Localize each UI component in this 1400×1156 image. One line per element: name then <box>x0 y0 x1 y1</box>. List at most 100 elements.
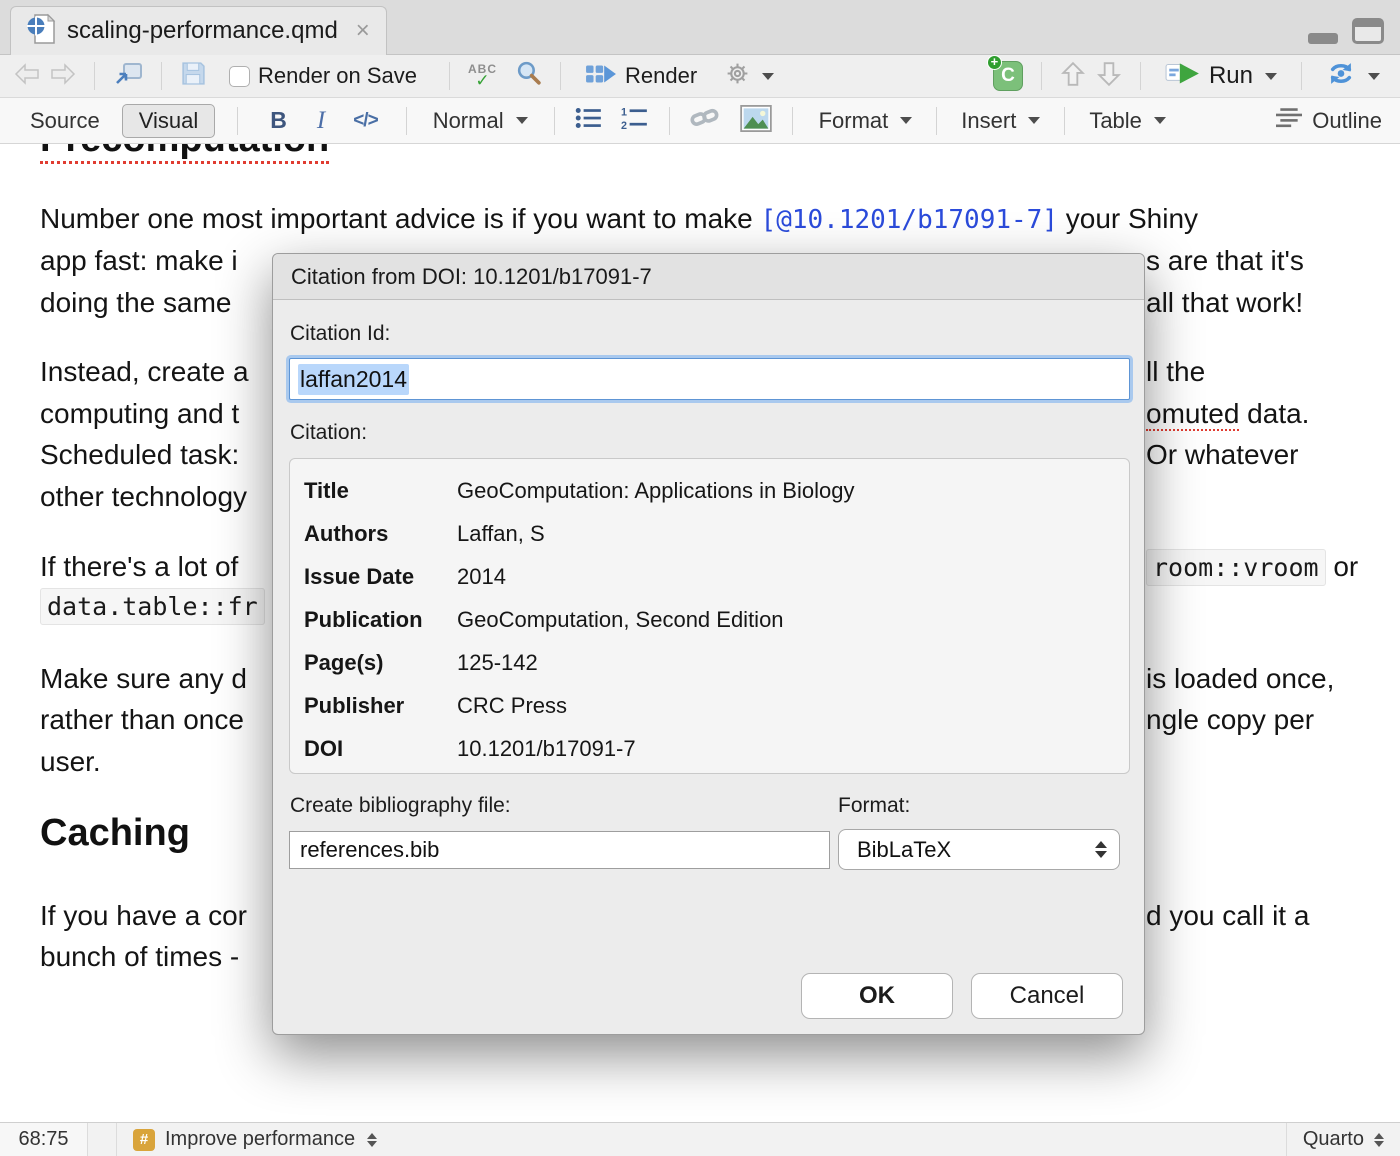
doc-text-fragment: omuted data. <box>1146 398 1309 430</box>
doc-text-fragment: is loaded once, <box>1146 663 1334 695</box>
visual-editor-toolbar: Source Visual B I </> Normal 1 2 <box>0 98 1400 144</box>
toolbar-divider <box>161 62 162 90</box>
citation-field-row: Authors Laffan, S <box>304 512 1129 555</box>
toolbar-divider <box>792 107 793 135</box>
back-icon[interactable] <box>14 62 40 91</box>
chevron-down-icon <box>1028 117 1040 124</box>
render-label: Render <box>625 63 697 89</box>
citation-details-box: Title GeoComputation: Applications in Bi… <box>289 458 1130 774</box>
doc-text-fragment: Instead, create a <box>40 356 249 388</box>
outline-toggle[interactable]: Outline <box>1276 107 1382 134</box>
forward-icon[interactable] <box>50 62 76 91</box>
toolbar-divider <box>406 107 407 135</box>
citation-from-doi-dialog: Citation from DOI: 10.1201/b17091-7 Cita… <box>272 253 1145 1035</box>
cancel-button[interactable]: Cancel <box>971 973 1123 1019</box>
editor-tab-bar: scaling-performance.qmd × <box>0 0 1400 55</box>
inline-code: data.table::fr <box>40 588 265 625</box>
render-on-save-checkbox[interactable] <box>229 66 250 87</box>
render-button[interactable]: Render <box>579 59 703 94</box>
window-maximize-button[interactable] <box>1352 18 1384 44</box>
source-rerun-button[interactable] <box>1320 58 1386 94</box>
doc-text-fragment: Scheduled task: <box>40 439 239 471</box>
toolbar-divider <box>554 107 555 135</box>
doc-text-fragment: data.table::fr <box>40 590 265 622</box>
doc-text-fragment: bunch of times - <box>40 941 239 973</box>
tab-close-icon[interactable]: × <box>356 17 370 45</box>
save-icon[interactable] <box>180 60 207 92</box>
citation-reference[interactable]: [@10.1201/b17091-7] <box>761 205 1058 235</box>
chevron-down-icon <box>1154 117 1166 124</box>
link-icon[interactable] <box>690 105 720 136</box>
window-minimize-button[interactable] <box>1308 33 1338 44</box>
go-to-previous-chunk-icon[interactable] <box>1060 61 1086 92</box>
dialog-title: Citation from DOI: 10.1201/b17091-7 <box>273 254 1144 300</box>
section-heading-precomputation: Precomputation <box>40 144 329 161</box>
visual-mode-button[interactable]: Visual <box>122 104 216 138</box>
doc-text-fragment: doing the same <box>40 287 231 319</box>
bold-button[interactable]: B <box>270 107 287 134</box>
status-bar: 68:75 # Improve performance Quarto <box>0 1122 1400 1156</box>
citation-field-row: DOI 10.1201/b17091-7 <box>304 727 1129 770</box>
doc-text-fragment: computing and t <box>40 398 239 430</box>
doc-text-line: Number one most important advice is if y… <box>40 203 1198 235</box>
chevron-down-icon <box>1265 73 1277 80</box>
run-button[interactable]: Run <box>1159 59 1283 94</box>
paragraph-style-label: Normal <box>433 108 504 134</box>
ok-button[interactable]: OK <box>801 973 953 1019</box>
toolbar-divider <box>1041 62 1042 90</box>
table-menu[interactable]: Table <box>1083 106 1172 136</box>
selected-text: laffan2014 <box>298 364 409 395</box>
render-on-save-toggle[interactable]: Render on Save <box>223 61 423 91</box>
toolbar-divider <box>1301 62 1302 90</box>
spellcheck-icon[interactable]: ABC ✓ <box>468 63 497 89</box>
render-icon <box>585 61 617 92</box>
insert-menu[interactable]: Insert <box>955 106 1046 136</box>
tab-title: scaling-performance.qmd <box>67 17 338 45</box>
doc-text-fragment: user. <box>40 746 101 778</box>
document-outline-selector[interactable]: # Improve performance <box>116 1123 377 1156</box>
italic-button[interactable]: I <box>317 107 325 135</box>
section-heading-caching: Caching <box>40 812 190 855</box>
inline-code: room::vroom <box>1146 549 1326 586</box>
render-on-save-label: Render on Save <box>258 63 417 89</box>
code-button[interactable]: </> <box>353 110 377 132</box>
bibliography-file-input[interactable] <box>289 831 830 869</box>
format-select[interactable]: BibLaTeX <box>838 829 1120 870</box>
editor-mode-selector[interactable]: Quarto <box>1286 1123 1400 1156</box>
select-arrows-icon <box>1095 841 1107 858</box>
format-label: Format: <box>838 794 910 818</box>
main-toolbar: Render on Save ABC ✓ Render <box>0 55 1400 98</box>
citation-field-row: Issue Date 2014 <box>304 555 1129 598</box>
citation-field-row: Publisher CRC Press <box>304 684 1129 727</box>
doc-text-fragment: ll the <box>1146 356 1205 388</box>
bullet-list-icon[interactable] <box>575 106 603 135</box>
document-tab[interactable]: scaling-performance.qmd × <box>10 6 387 55</box>
outline-icon <box>1276 107 1302 134</box>
image-icon[interactable] <box>740 105 772 137</box>
toolbar-divider <box>560 62 561 90</box>
source-mode-button[interactable]: Source <box>30 108 100 134</box>
doc-text-fragment: s are that it's <box>1146 245 1304 277</box>
doc-text-fragment: other technology <box>40 481 247 513</box>
toolbar-divider <box>669 107 670 135</box>
sort-arrows-icon <box>1374 1133 1384 1147</box>
open-in-new-window-icon[interactable] <box>113 61 143 92</box>
numbered-list-icon[interactable]: 1 2 <box>621 106 649 135</box>
toolbar-divider <box>1064 107 1065 135</box>
go-to-next-chunk-icon[interactable] <box>1096 61 1122 92</box>
format-menu[interactable]: Format <box>813 106 919 136</box>
citation-field-row: Title GeoComputation: Applications in Bi… <box>304 469 1129 512</box>
rerun-icon <box>1326 60 1356 92</box>
search-icon[interactable] <box>515 60 542 92</box>
citation-id-input[interactable]: laffan2014 <box>289 358 1130 400</box>
doc-text-fragment: app fast: make i <box>40 245 238 277</box>
doc-text-fragment: all that work! <box>1146 287 1303 319</box>
chevron-down-icon <box>1368 73 1380 80</box>
paragraph-style-select[interactable]: Normal <box>427 106 534 136</box>
render-options-button[interactable] <box>719 59 780 93</box>
toolbar-divider <box>237 107 238 135</box>
insert-chunk-icon[interactable]: C+ <box>993 61 1023 91</box>
toolbar-divider <box>1140 62 1141 90</box>
toolbar-divider <box>94 62 95 90</box>
doc-text-fragment: d you call it a <box>1146 900 1309 932</box>
